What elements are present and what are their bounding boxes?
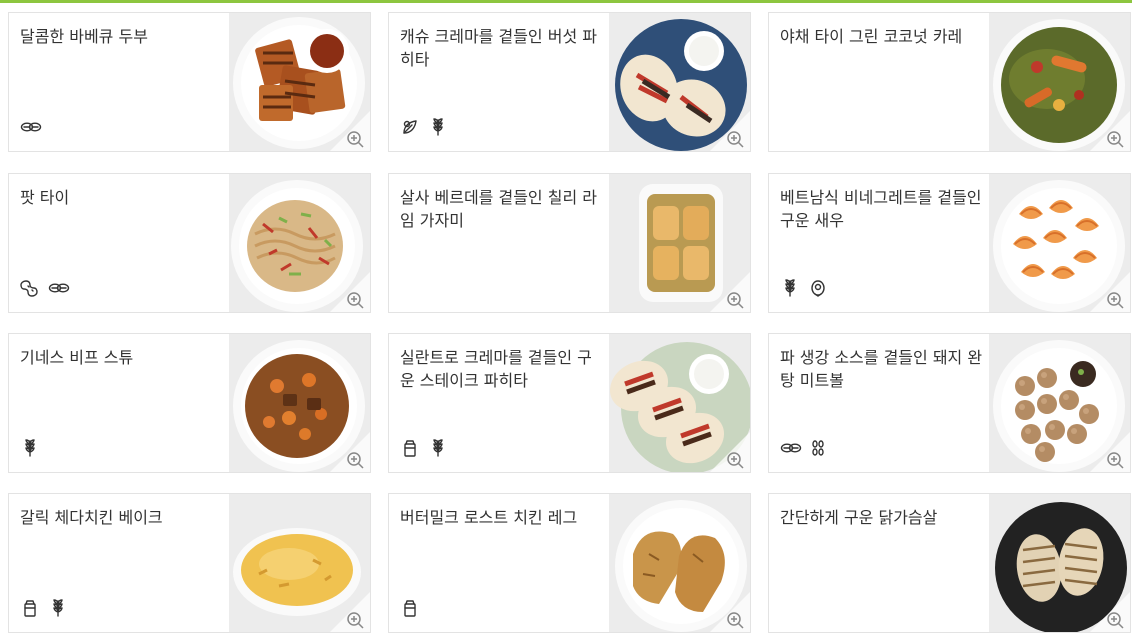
sesame-icon <box>808 438 828 458</box>
recipe-photo[interactable] <box>229 174 370 312</box>
allergen-icons <box>20 438 40 458</box>
zoom-in-icon[interactable] <box>708 111 750 151</box>
tofu-icon <box>20 117 42 137</box>
recipe-card[interactable]: 갈릭 체다치킨 베이크 <box>8 493 371 633</box>
recipe-photo[interactable] <box>609 174 750 312</box>
wheat-icon <box>780 278 800 298</box>
allergen-icons <box>780 438 828 458</box>
peanut-icon <box>20 278 40 298</box>
recipe-photo[interactable] <box>989 334 1130 472</box>
zoom-in-icon[interactable] <box>328 432 370 472</box>
fish-icon <box>808 278 828 298</box>
allergen-icons <box>780 278 828 298</box>
recipe-card[interactable]: 캐슈 크레마를 곁들인 버섯 파히타 <box>388 12 751 152</box>
recipe-title[interactable]: 팟 타이 <box>20 186 225 209</box>
recipe-photo[interactable] <box>229 13 370 151</box>
recipe-title[interactable]: 살사 베르데를 곁들인 칠리 라임 가자미 <box>400 186 605 232</box>
recipe-card[interactable]: 야채 타이 그린 코코넛 카레 <box>768 12 1131 152</box>
recipe-title[interactable]: 야채 타이 그린 코코넛 카레 <box>780 25 985 48</box>
recipe-title[interactable]: 실란트로 크레마를 곁들인 구운 스테이크 파히타 <box>400 346 605 392</box>
recipe-card[interactable]: 간단하게 구운 닭가슴살 <box>768 493 1131 633</box>
recipe-photo[interactable] <box>229 494 370 632</box>
wheat-icon <box>428 438 448 458</box>
recipe-card[interactable]: 실란트로 크레마를 곁들인 구운 스테이크 파히타 <box>388 333 751 473</box>
recipe-title[interactable]: 파 생강 소스를 곁들인 돼지 완탕 미트볼 <box>780 346 985 392</box>
zoom-in-icon[interactable] <box>1088 432 1130 472</box>
zoom-in-icon[interactable] <box>708 432 750 472</box>
recipe-card[interactable]: 베트남식 비네그레트를 곁들인 구운 새우 <box>768 173 1131 313</box>
recipe-title[interactable]: 달콤한 바베큐 두부 <box>20 25 225 48</box>
recipe-card[interactable]: 달콤한 바베큐 두부 <box>8 12 371 152</box>
zoom-in-icon[interactable] <box>328 111 370 151</box>
tofu-icon <box>48 278 70 298</box>
allergen-icons <box>20 278 70 298</box>
recipe-title[interactable]: 베트남식 비네그레트를 곁들인 구운 새우 <box>780 186 985 232</box>
allergen-icons <box>20 598 68 618</box>
recipe-card[interactable]: 팟 타이 <box>8 173 371 313</box>
recipe-card[interactable]: 살사 베르데를 곁들인 칠리 라임 가자미 <box>388 173 751 313</box>
recipe-photo[interactable] <box>609 334 750 472</box>
zoom-in-icon[interactable] <box>328 272 370 312</box>
zoom-in-icon[interactable] <box>708 592 750 632</box>
recipe-card[interactable]: 파 생강 소스를 곁들인 돼지 완탕 미트볼 <box>768 333 1131 473</box>
wheat-icon <box>48 598 68 618</box>
wheat-icon <box>20 438 40 458</box>
allergen-icons <box>400 438 448 458</box>
zoom-in-icon[interactable] <box>1088 272 1130 312</box>
recipe-photo[interactable] <box>229 334 370 472</box>
recipe-title[interactable]: 버터밀크 로스트 치킨 레그 <box>400 506 605 529</box>
allergen-icons <box>400 117 448 137</box>
recipe-photo[interactable] <box>989 13 1130 151</box>
recipe-photo[interactable] <box>609 494 750 632</box>
tofu-icon <box>780 438 802 458</box>
recipe-title[interactable]: 기네스 비프 스튜 <box>20 346 225 369</box>
zoom-in-icon[interactable] <box>1088 592 1130 632</box>
recipe-photo[interactable] <box>609 13 750 151</box>
allergen-icons <box>400 598 420 618</box>
allergen-icons <box>20 117 42 137</box>
zoom-in-icon[interactable] <box>328 592 370 632</box>
milk-icon <box>400 598 420 618</box>
recipe-photo[interactable] <box>989 174 1130 312</box>
zoom-in-icon[interactable] <box>708 272 750 312</box>
zoom-in-icon[interactable] <box>1088 111 1130 151</box>
recipe-photo[interactable] <box>989 494 1130 632</box>
recipe-grid: 달콤한 바베큐 두부 캐슈 크레마를 곁들인 버섯 파히타 야채 타이 그린 코… <box>0 0 1132 633</box>
recipe-card[interactable]: 버터밀크 로스트 치킨 레그 <box>388 493 751 633</box>
recipe-title[interactable]: 캐슈 크레마를 곁들인 버섯 파히타 <box>400 25 605 71</box>
milk-icon <box>400 438 420 458</box>
recipe-card[interactable]: 기네스 비프 스튜 <box>8 333 371 473</box>
plant-icon <box>400 117 420 137</box>
milk-icon <box>20 598 40 618</box>
recipe-title[interactable]: 간단하게 구운 닭가슴살 <box>780 506 985 529</box>
wheat-icon <box>428 117 448 137</box>
recipe-title[interactable]: 갈릭 체다치킨 베이크 <box>20 506 225 529</box>
